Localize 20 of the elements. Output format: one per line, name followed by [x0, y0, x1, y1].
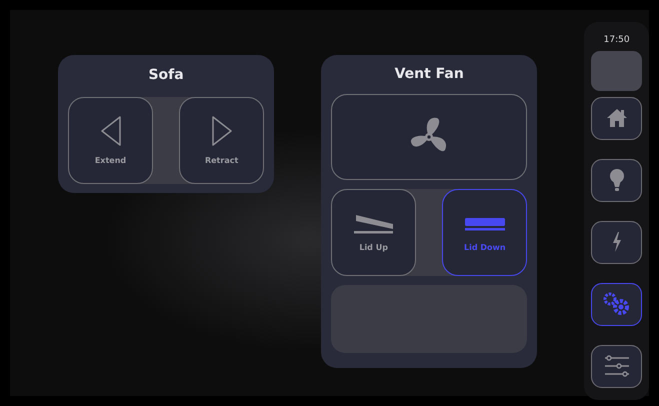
nav-button[interactable]	[591, 344, 642, 388]
nav-button[interactable]	[591, 158, 642, 202]
sliders-icon	[602, 354, 631, 378]
light-bulb-icon	[608, 168, 625, 192]
gears-icon	[602, 291, 632, 317]
clock-time: 17:50	[604, 34, 630, 47]
lightning-icon	[610, 231, 623, 253]
toggle-button[interactable]: Lid Up	[331, 189, 416, 276]
right-triangle-icon	[210, 114, 233, 146]
nav-button[interactable]	[591, 282, 642, 326]
card-title: Vent Fan	[394, 65, 465, 84]
home-icon	[606, 108, 628, 128]
fan-button[interactable]	[331, 94, 528, 180]
nav-button[interactable]	[591, 96, 642, 140]
blank-tile	[591, 50, 642, 90]
toggle-button[interactable]: Extend	[68, 97, 153, 184]
card-title: Sofa	[147, 66, 185, 85]
toggle-button[interactable]: Retract	[179, 97, 264, 184]
left-triangle-icon	[100, 114, 122, 146]
nav-button[interactable]	[591, 220, 642, 264]
